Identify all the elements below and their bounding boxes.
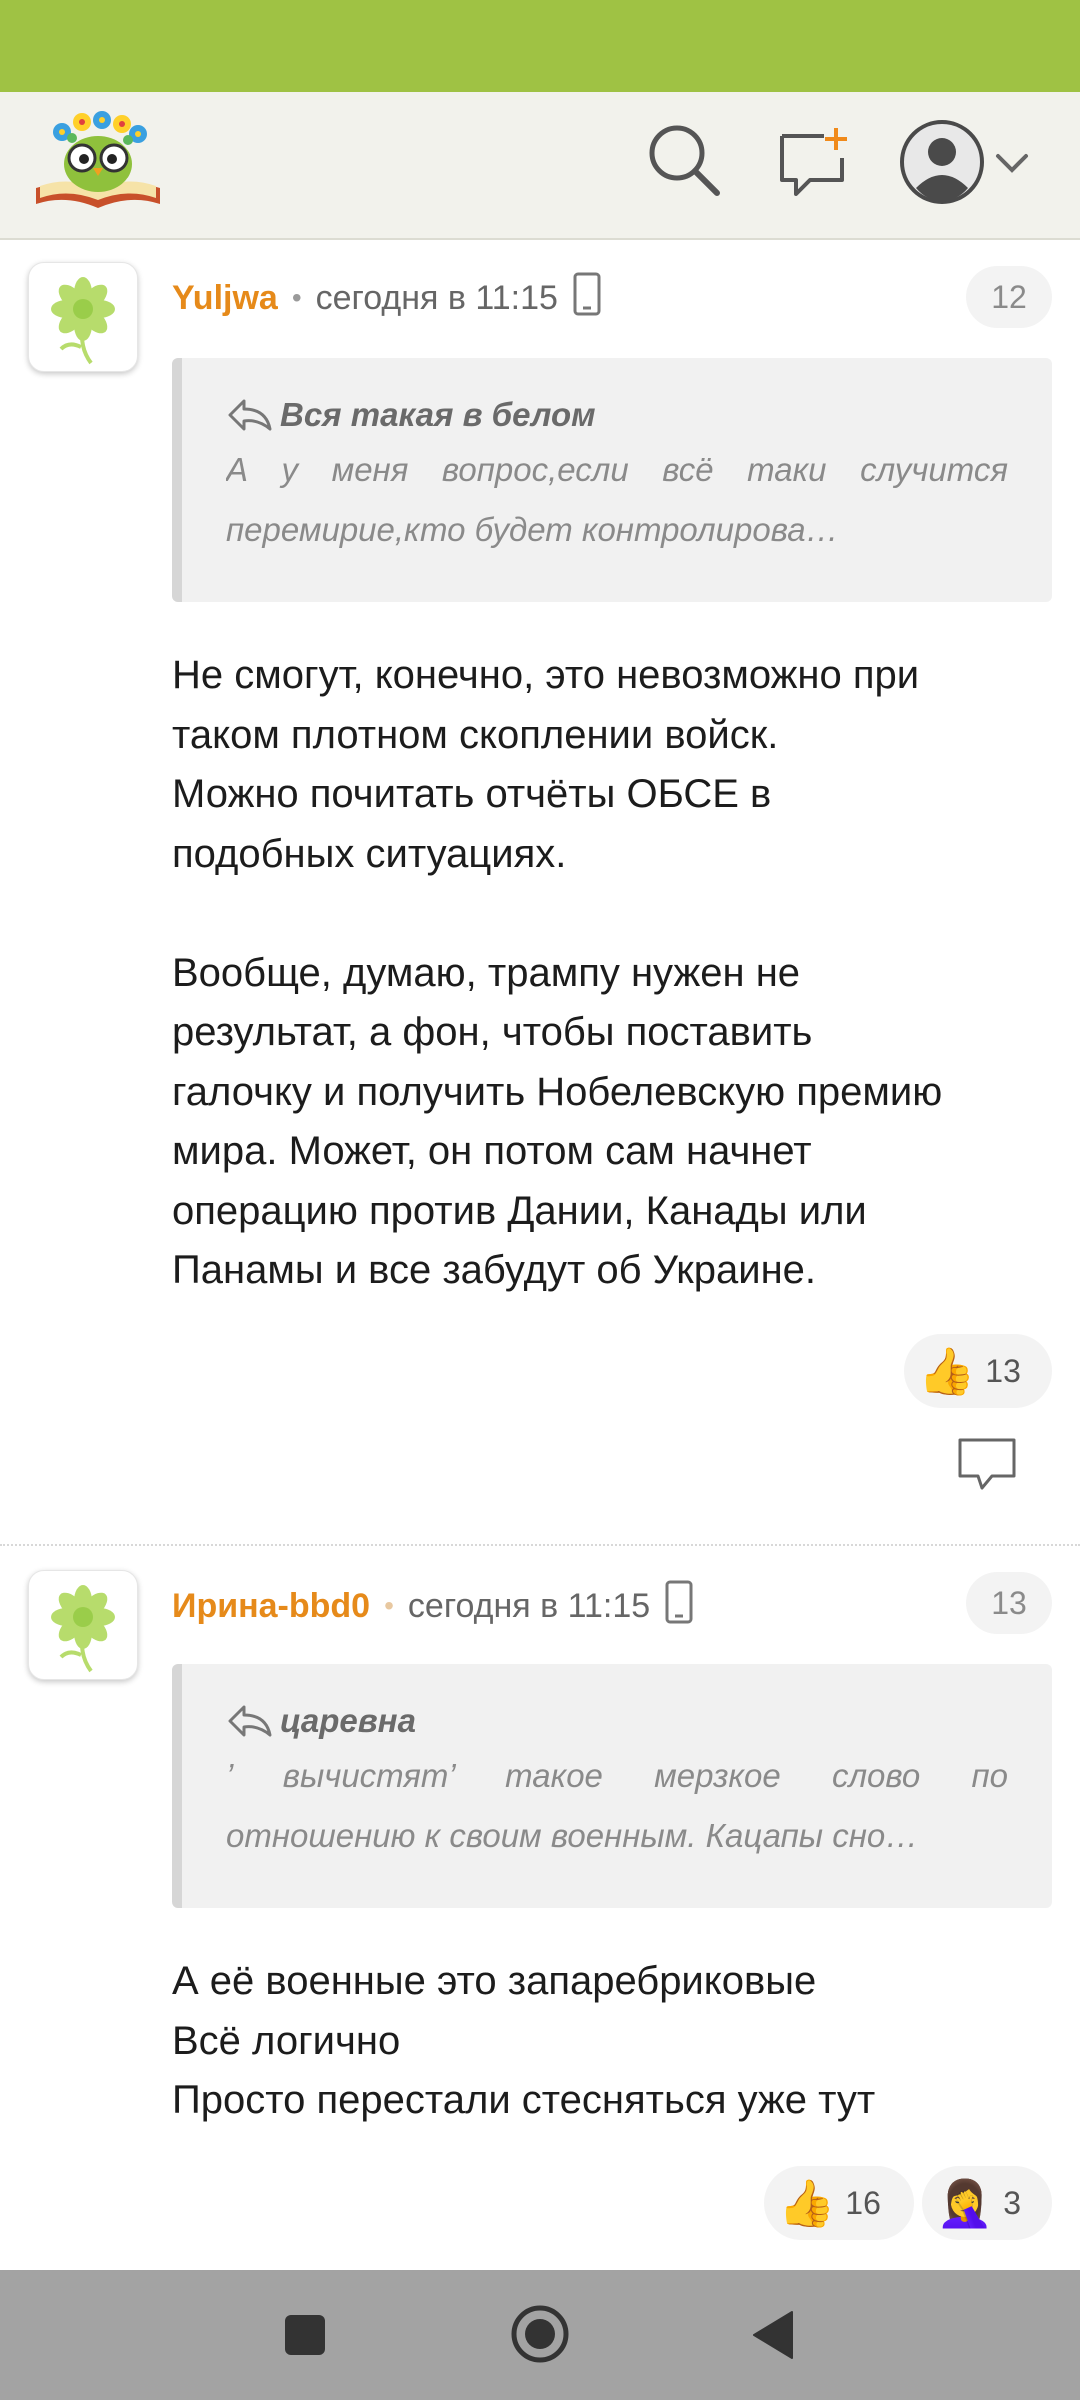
back-button[interactable] — [752, 2310, 794, 2365]
separator-dot: • — [384, 1590, 394, 1621]
separator-dot: • — [291, 282, 302, 313]
quoted-author: Вся такая в белом — [280, 396, 596, 433]
mobile-device-icon — [650, 1580, 694, 1633]
quoted-text-line: отношению к своим военным. Кацапы сно… — [226, 1817, 919, 1854]
comment-line: галочку и получить Нобелевскую премию — [172, 1069, 943, 1114]
comment-meta: Yuljwa • сегодня в 11:15 — [172, 268, 602, 328]
author-name[interactable]: Yuljwa — [172, 279, 278, 318]
comment-number-badge[interactable]: 12 — [966, 266, 1052, 328]
comment-body: А её военные это запаребриковые Всё логи… — [172, 1952, 1052, 2131]
thumbs-up-icon: 👍 — [918, 1345, 976, 1397]
comment-line: Вообще, думаю, трампу нужен не — [172, 950, 801, 995]
reaction-count: 16 — [845, 2184, 881, 2221]
system-navigation-bar — [0, 2270, 1080, 2400]
avatar[interactable] — [28, 262, 138, 372]
comment-line: таком плотном скоплении войск. — [172, 712, 779, 757]
comment-line: результат, а фон, чтобы поставить — [172, 1010, 813, 1054]
comment-line: Всё логично — [172, 2018, 401, 2063]
reaction-facepalm[interactable]: 🤦‍♀️ 3 — [922, 2166, 1052, 2240]
comment-line: мира. Может, он потом сам начнет — [172, 1129, 812, 1173]
top-app-bar — [0, 92, 1080, 240]
quoted-reply[interactable]: царевна ’ вычистят’ такое мерзкое слово … — [172, 1664, 1052, 1908]
reply-comment-icon[interactable] — [956, 1436, 1018, 1492]
avatar[interactable] — [28, 1570, 138, 1680]
quoted-text-line: А у меня вопрос,если всё таки случится — [226, 451, 1008, 488]
comment-line: Панамы и все забудут об Украине. — [172, 1248, 817, 1292]
quoted-reply[interactable]: Вся такая в белом А у меня вопрос,если в… — [172, 358, 1052, 602]
timestamp: сегодня в 11:15 — [315, 278, 558, 317]
comment-meta: Ирина-bbd0 • сегодня в 11:15 — [172, 1576, 694, 1636]
status-bar — [0, 0, 1080, 92]
facepalm-icon: 🤦‍♀️ — [936, 2177, 994, 2229]
quoted-text-line: перемирие,кто будет контролирова… — [226, 511, 839, 548]
reaction-count: 3 — [1003, 2184, 1022, 2221]
comment-line: Просто перестали стесняться уже тут — [172, 2078, 876, 2122]
author-name[interactable]: Ирина-bbd0 — [172, 1587, 370, 1626]
comment-number-badge[interactable]: 13 — [966, 1572, 1052, 1634]
thumbs-up-icon: 👍 — [778, 2177, 836, 2229]
account-menu[interactable] — [898, 118, 1038, 208]
quoted-author: царевна — [280, 1702, 416, 1739]
home-button[interactable] — [510, 2304, 570, 2369]
reaction-thumbs-up[interactable]: 👍 16 — [764, 2166, 914, 2240]
reply-arrow-icon — [228, 1705, 272, 1737]
quoted-text-line: ’ вычистят’ такое мерзкое слово по — [226, 1757, 1008, 1794]
recent-apps-button[interactable] — [284, 2314, 326, 2361]
comment-line: подобных ситуациях. — [172, 831, 567, 876]
comment-divider — [0, 1544, 1080, 1546]
reply-arrow-icon — [228, 399, 272, 431]
timestamp: сегодня в 11:15 — [407, 1586, 651, 1625]
book-owl-logo-icon[interactable] — [32, 108, 164, 216]
comment-line — [172, 884, 1052, 944]
comment-line: Можно почитать отчёты ОБСЕ в — [172, 772, 772, 816]
search-icon[interactable] — [646, 122, 722, 198]
comment-body: Не смогут, конечно, это невозможно при т… — [172, 646, 1052, 1301]
comment-line: Не смогут, конечно, это невозможно при — [172, 653, 920, 697]
new-post-icon[interactable] — [778, 126, 850, 198]
reaction-count: 13 — [985, 1352, 1021, 1389]
reaction-thumbs-up[interactable]: 👍 13 — [904, 1334, 1052, 1408]
mobile-device-icon — [558, 272, 602, 325]
comment-line: операцию против Дании, Канады или — [172, 1188, 867, 1233]
comment-line: А её военные это запаребриковые — [172, 1959, 817, 2003]
